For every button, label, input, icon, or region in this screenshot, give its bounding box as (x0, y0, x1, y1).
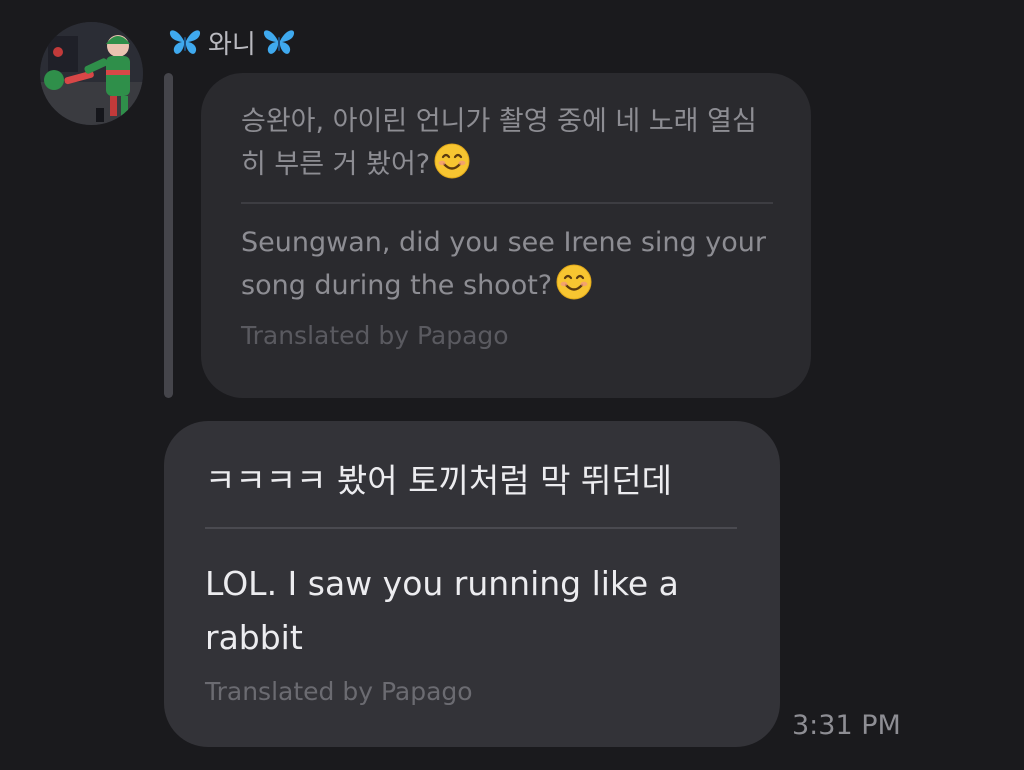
quoted-translated-text: Seungwan, did you see Irene sing your so… (241, 227, 766, 301)
translation-divider (205, 527, 737, 529)
reply-indicator-bar (164, 73, 173, 398)
sender-name-row[interactable]: 와니 (168, 24, 296, 60)
smiling-face-icon (556, 264, 592, 300)
quoted-message-bubble[interactable]: 승완아, 아이린 언니가 촬영 중에 네 노래 열심히 부른 거 봤어? Seu… (201, 73, 811, 398)
translation-credit: Translated by Papago (205, 677, 473, 706)
message-bubble[interactable]: ㅋㅋㅋㅋ 봤어 토끼처럼 막 뛰던데 LOL. I saw you runnin… (164, 421, 780, 747)
sender-name: 와니 (208, 29, 256, 60)
sender-avatar[interactable] (40, 22, 143, 125)
butterfly-icon (262, 27, 296, 57)
message-translated-text: LOL. I saw you running like a rabbit (205, 564, 679, 657)
quoted-original-text: 승완아, 아이린 언니가 촬영 중에 네 노래 열심히 부른 거 봤어? (241, 106, 757, 180)
chat-view: 와니 승완아, 아이린 언니가 촬영 중에 네 노래 열심히 부른 거 봤어? (0, 0, 1024, 770)
translation-credit: Translated by Papago (241, 321, 509, 350)
butterfly-icon (168, 27, 202, 57)
message-timestamp: 3:31 PM (792, 710, 901, 741)
smiling-face-icon (434, 143, 470, 179)
message-original-text: ㅋㅋㅋㅋ 봤어 토끼처럼 막 뛰던데 (205, 461, 672, 500)
translation-divider (241, 202, 773, 204)
